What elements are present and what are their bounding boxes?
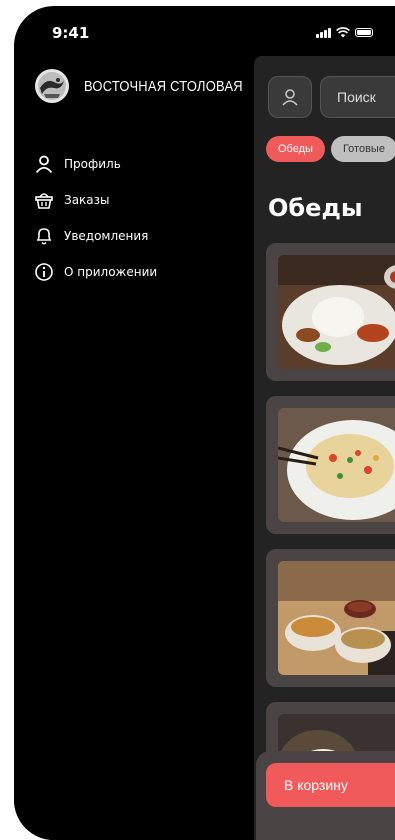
noodle-salad-photo <box>278 408 395 522</box>
basket-icon <box>35 193 53 209</box>
menu-item-notifications[interactable]: Уведомления <box>34 218 157 254</box>
add-to-cart-button[interactable]: В корзину <box>266 763 395 807</box>
dish-card[interactable] <box>266 243 395 381</box>
status-time: 9:41 <box>52 24 90 42</box>
side-drawer: ВОСТОЧНАЯ СТОЛОВАЯ Профиль Заказы Уведом… <box>14 50 254 840</box>
section-title: Обеды <box>268 194 363 222</box>
cart-bar: В корзину <box>256 751 395 840</box>
info-icon <box>35 263 53 281</box>
profile-button[interactable] <box>268 76 312 118</box>
status-icons <box>316 27 373 38</box>
donburi-bowls-photo <box>278 561 395 675</box>
signal-icon <box>316 27 331 38</box>
drawer-menu: Профиль Заказы Уведомления О приложении <box>34 146 157 290</box>
menu-item-label: О приложении <box>64 265 158 279</box>
user-icon <box>35 155 53 174</box>
brand: ВОСТОЧНАЯ СТОЛОВАЯ <box>34 68 269 104</box>
search-input[interactable]: Поиск <box>320 76 395 118</box>
rice-plate-photo <box>278 255 395 369</box>
menu-item-label: Заказы <box>64 193 110 207</box>
menu-item-orders[interactable]: Заказы <box>34 182 157 218</box>
battery-icon <box>355 28 373 37</box>
category-chip-lunch[interactable]: Обеды <box>266 136 325 162</box>
menu-item-about[interactable]: О приложении <box>34 254 157 290</box>
menu-item-label: Профиль <box>64 157 121 171</box>
wifi-icon <box>336 27 350 38</box>
phone-screen: 9:41 Поиск Обеды Готовые Обеды В корзину… <box>14 6 395 840</box>
dragon-logo-icon <box>35 69 69 103</box>
user-icon <box>282 89 298 106</box>
category-chips: Обеды Готовые <box>266 136 395 162</box>
category-chip-ready[interactable]: Готовые <box>330 136 395 162</box>
bell-icon <box>36 228 52 245</box>
menu-item-profile[interactable]: Профиль <box>34 146 157 182</box>
main-content: Поиск Обеды Готовые Обеды В корзину <box>254 56 395 840</box>
menu-item-label: Уведомления <box>64 229 149 243</box>
brand-name: ВОСТОЧНАЯ СТОЛОВАЯ <box>84 77 243 95</box>
dish-card[interactable] <box>266 396 395 534</box>
dish-card[interactable] <box>266 549 395 687</box>
